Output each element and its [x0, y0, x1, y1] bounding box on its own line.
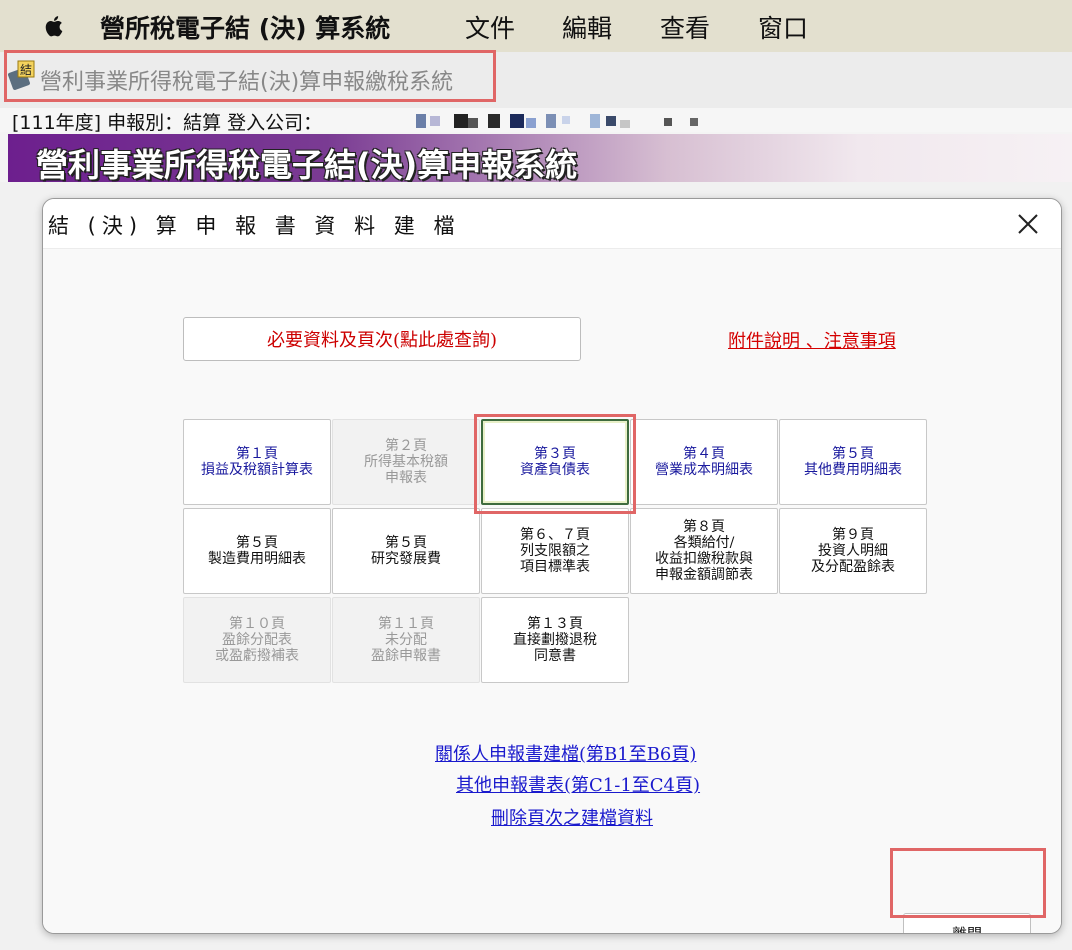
page-name-label: 製造費用明細表 [208, 551, 306, 567]
menubar-app-name[interactable]: 營所稅電子結 (決) 算系統 [100, 9, 390, 45]
menu-window[interactable]: 窗口 [758, 9, 808, 45]
delete-page-data-link[interactable]: 刪除頁次之建檔資料 [491, 804, 653, 830]
page-number-label: 第１１頁 [378, 616, 434, 632]
highlight-exit [890, 848, 1046, 918]
page-name-label: 盈餘分配表 [222, 632, 292, 648]
page-number-label: 第９頁 [832, 527, 874, 543]
highlight-window-title [4, 50, 496, 102]
page-name-label: 及分配盈餘表 [811, 559, 895, 575]
related-party-link[interactable]: 關係人申報書建檔(第B1至B6頁) [435, 740, 696, 766]
apple-menu-icon[interactable] [40, 12, 68, 40]
status-text: [111年度] 申報別：結算 登入公司： [12, 112, 323, 134]
page-number-label: 第１頁 [236, 446, 278, 462]
page-name-label: 研究發展費 [371, 551, 441, 567]
dialog-title: 結 (決) 算 申 報 書 資 料 建 檔 [48, 214, 461, 238]
redacted-company-name [416, 114, 698, 128]
dialog-header: 結 (決) 算 申 報 書 資 料 建 檔 [43, 199, 1061, 249]
dialog-body: 必要資料及頁次(點此處查詢) 附件說明 、注意事項 第１頁 損益及稅額計算表 第２頁… [43, 249, 1061, 933]
page-name-label: 其他費用明細表 [804, 462, 902, 478]
menu-edit[interactable]: 編輯 [562, 9, 612, 45]
other-forms-link[interactable]: 其他申報書表(第C1-1至C4頁) [456, 771, 700, 797]
page-button: 第１１頁 未分配 盈餘申報書 [332, 597, 480, 683]
page-name-label: 損益及稅額計算表 [201, 462, 313, 478]
page-name-label: 申報金額調節表 [655, 567, 753, 583]
page-number-label: 第２頁 [385, 438, 427, 454]
page-name-label: 未分配 [385, 632, 427, 648]
page-number-label: 第５頁 [385, 535, 427, 551]
page-button[interactable]: 第６、７頁 列支限額之 項目標準表 [481, 508, 629, 594]
page-button: 第２頁 所得基本稅額 申報表 [332, 419, 480, 505]
menu-file[interactable]: 文件 [465, 9, 515, 45]
page-button[interactable]: 第５頁 製造費用明細表 [183, 508, 331, 594]
page-button[interactable]: 第９頁 投資人明細 及分配盈餘表 [779, 508, 927, 594]
page-name-label: 申報表 [385, 470, 427, 486]
page-name-label: 營業成本明細表 [655, 462, 753, 478]
page-name-label: 列支限額之 [520, 543, 590, 559]
page-name-label: 同意書 [534, 648, 576, 664]
page-button[interactable]: 第５頁 其他費用明細表 [779, 419, 927, 505]
page-name-label: 或盈虧撥補表 [215, 648, 299, 664]
menu-view[interactable]: 查看 [660, 9, 710, 45]
page-name-label: 投資人明細 [818, 543, 888, 559]
banner-title: 營利事業所得稅電子結(決)算申報系統 [36, 146, 578, 184]
page-number-label: 第４頁 [683, 446, 725, 462]
page-number-label: 第６、７頁 [520, 527, 590, 543]
page-name-label: 各類給付/ [673, 535, 735, 551]
filing-data-dialog: 結 (決) 算 申 報 書 資 料 建 檔 必要資料及頁次(點此處查詢) 附件說… [42, 198, 1062, 934]
page-name-label: 所得基本稅額 [364, 454, 448, 470]
page-button[interactable]: 第１３頁 直接劃撥退稅 同意書 [481, 597, 629, 683]
page-name-label: 收益扣繳稅款與 [655, 551, 753, 567]
page-name-label: 項目標準表 [520, 559, 590, 575]
page-button[interactable]: 第８頁 各類給付/收益扣繳稅款與 申報金額調節表 [630, 508, 778, 594]
page-button[interactable]: 第４頁 營業成本明細表 [630, 419, 778, 505]
page-button[interactable]: 第５頁 研究發展費 [332, 508, 480, 594]
highlight-page3 [474, 414, 636, 514]
page-button: 第１０頁 盈餘分配表 或盈虧撥補表 [183, 597, 331, 683]
page-name-label: 直接劃撥退稅 [513, 632, 597, 648]
page-number-label: 第１３頁 [527, 616, 583, 632]
attachment-notes-link[interactable]: 附件說明 、注意事項 [728, 327, 896, 353]
page-number-label: 第１０頁 [229, 616, 285, 632]
required-pages-button[interactable]: 必要資料及頁次(點此處查詢) [183, 317, 581, 361]
page-number-label: 第５頁 [236, 535, 278, 551]
page-button[interactable]: 第１頁 損益及稅額計算表 [183, 419, 331, 505]
page-number-label: 第５頁 [832, 446, 874, 462]
page-name-label: 盈餘申報書 [371, 648, 441, 664]
page-number-label: 第８頁 [683, 519, 725, 535]
close-icon[interactable] [1013, 209, 1043, 239]
